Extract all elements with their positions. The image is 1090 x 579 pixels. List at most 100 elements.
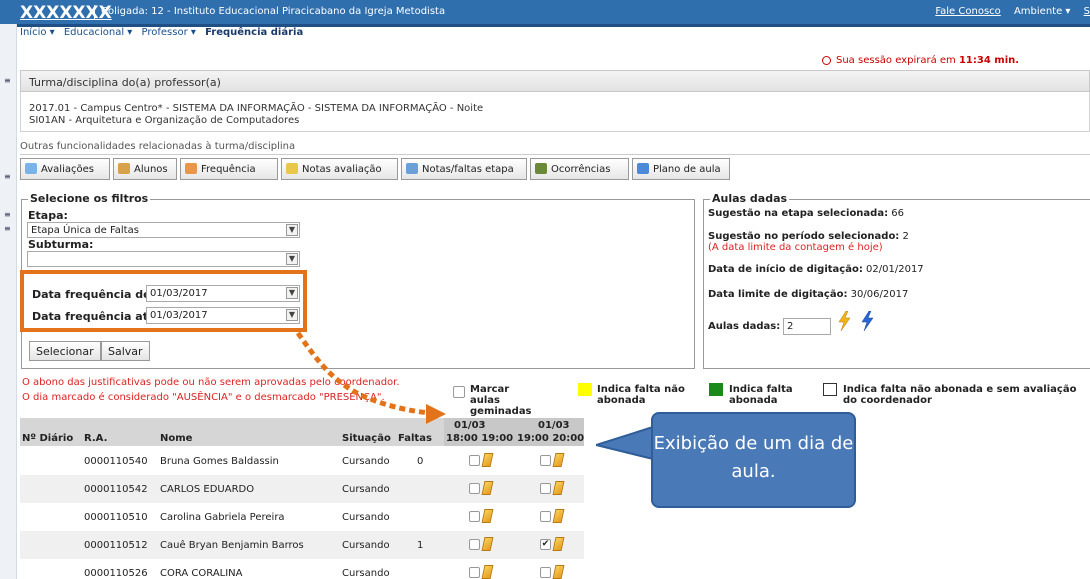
col-ra[interactable]: R.A. bbox=[84, 433, 107, 444]
table-row: 0000110540 Bruna Gomes Baldassin Cursand… bbox=[20, 447, 584, 475]
avaliacoes-label: Avaliações bbox=[41, 164, 94, 175]
aulas-dadas-fieldset bbox=[703, 199, 1090, 369]
col-nome[interactable]: Nome bbox=[160, 433, 192, 444]
callout-bubble: Exibição de um dia de aula. bbox=[651, 412, 856, 508]
notas-faltas-label: Notas/faltas etapa bbox=[422, 164, 514, 175]
falta-checkbox[interactable] bbox=[540, 483, 551, 494]
turma-heading: Turma/disciplina do(a) professor(a) bbox=[29, 76, 221, 89]
sugestao-etapa-label: Sugestão na etapa selecionada: bbox=[708, 208, 889, 219]
lightning-yellow-icon[interactable] bbox=[837, 311, 851, 331]
menu-current-page[interactable]: Frequência diária bbox=[205, 27, 303, 38]
limite-label: Data limite de digitação: bbox=[708, 289, 848, 300]
plano-de-aula-button[interactable]: Plano de aula bbox=[632, 158, 730, 180]
falta-checkbox[interactable] bbox=[469, 455, 480, 466]
menu-professor[interactable]: Professor ▾ bbox=[142, 27, 196, 38]
falta-checkbox[interactable] bbox=[469, 511, 480, 522]
alunos-button[interactable]: Alunos bbox=[113, 158, 177, 180]
turma-panel-header: Turma/disciplina do(a) professor(a) bbox=[20, 70, 1090, 92]
col-situacao[interactable]: Situação bbox=[342, 433, 391, 444]
legend-amarelo: Indica falta não abonada bbox=[597, 384, 685, 406]
pencil-icon[interactable] bbox=[552, 565, 565, 579]
pencil-icon[interactable] bbox=[552, 509, 565, 523]
situacao-cell: Cursando bbox=[342, 456, 390, 467]
aulas-dadas-legend: Aulas dadas bbox=[710, 192, 790, 205]
limite-value: 30/06/2017 bbox=[850, 289, 909, 300]
chevron-down-icon: ▼ bbox=[286, 309, 298, 321]
etapa-select[interactable]: Etapa Única de Faltas ▼ bbox=[27, 222, 300, 238]
situacao-cell: Cursando bbox=[342, 484, 390, 495]
fale-conosco-link[interactable]: Fale Conosco bbox=[935, 6, 1000, 17]
notas-faltas-icon bbox=[406, 163, 418, 174]
time-header-1: 18:00 19:00 bbox=[446, 433, 514, 444]
top-links: Fale Conosco Ambiente ▾ S bbox=[925, 6, 1090, 17]
ra-cell: 0000110526 bbox=[84, 568, 148, 579]
time-header-2: 19:00 20:00 bbox=[517, 433, 585, 444]
menu-educacional[interactable]: Educacional ▾ bbox=[64, 27, 132, 38]
pencil-icon[interactable] bbox=[481, 537, 494, 551]
falta-checkbox[interactable] bbox=[469, 539, 480, 550]
aulas-dadas-row: Aulas dadas: bbox=[708, 321, 780, 332]
data-ate-select[interactable]: 01/03/2017 ▼ bbox=[146, 307, 300, 324]
salvar-button[interactable]: Salvar bbox=[101, 341, 150, 361]
selecionar-button[interactable]: Selecionar bbox=[29, 341, 101, 361]
inicio-value: 02/01/2017 bbox=[866, 264, 924, 275]
inicio-label: Data de início de digitação: bbox=[708, 264, 863, 275]
pencil-icon[interactable] bbox=[481, 509, 494, 523]
sugestao-note: (A data limite da contagem é hoje) bbox=[708, 242, 883, 253]
clock-icon bbox=[822, 56, 831, 65]
ocorrencias-button[interactable]: Ocorrências bbox=[530, 158, 629, 180]
falta-checkbox[interactable]: ✔ bbox=[540, 539, 551, 550]
frequencia-button[interactable]: Frequência bbox=[180, 158, 278, 180]
falta-checkbox[interactable] bbox=[540, 455, 551, 466]
date-header-2: 01/03 bbox=[538, 420, 570, 431]
main-menu: Início ▾ Educacional ▾ Professor ▾ Frequ… bbox=[20, 27, 1090, 41]
notas-avaliacao-button[interactable]: Notas avaliação bbox=[281, 158, 398, 180]
data-de-select[interactable]: 01/03/2017 ▼ bbox=[146, 285, 300, 302]
pencil-icon[interactable] bbox=[481, 565, 494, 579]
falta-checkbox[interactable] bbox=[540, 511, 551, 522]
frequencia-icon bbox=[185, 163, 197, 174]
filters-legend: Selecione os filtros bbox=[28, 192, 151, 205]
col-diario[interactable]: Nº Diário bbox=[22, 433, 73, 444]
session-prefix: Sua sessão expirará em bbox=[836, 55, 956, 66]
chevron-down-icon: ▼ bbox=[286, 224, 298, 236]
pencil-icon[interactable] bbox=[552, 481, 565, 495]
lightning-blue-icon[interactable] bbox=[860, 311, 874, 331]
nome-cell: Cauê Bryan Benjamin Barros bbox=[160, 540, 304, 551]
sair-link[interactable]: S bbox=[1084, 6, 1090, 17]
etapa-label: Etapa: bbox=[28, 209, 68, 222]
inicio-digitacao: Data de início de digitação: 02/01/2017 bbox=[708, 264, 924, 275]
brand-logo[interactable]: XXXXXXX bbox=[20, 3, 112, 23]
nome-cell: CORA CORALINA bbox=[160, 568, 243, 579]
left-sidebar-strip[interactable]: ≡ ≡ ≡ ≡ bbox=[0, 24, 17, 579]
turma-line-2: SI01AN - Arquitetura e Organização de Co… bbox=[29, 115, 300, 126]
marcar-geminadas-label: Marcar aulas geminadas bbox=[470, 384, 532, 417]
subturma-select[interactable]: ▼ bbox=[27, 251, 300, 267]
col-faltas[interactable]: Faltas bbox=[398, 433, 432, 444]
pencil-icon[interactable] bbox=[481, 481, 494, 495]
falta-checkbox[interactable] bbox=[540, 567, 551, 578]
ra-cell: 0000110542 bbox=[84, 484, 148, 495]
data-de-value: 01/03/2017 bbox=[150, 288, 208, 299]
falta-checkbox[interactable] bbox=[469, 483, 480, 494]
etapa-value: Etapa Única de Faltas bbox=[31, 225, 139, 236]
alunos-label: Alunos bbox=[134, 164, 168, 175]
notas-faltas-etapa-button[interactable]: Notas/faltas etapa bbox=[401, 158, 527, 180]
pencil-icon[interactable] bbox=[481, 453, 494, 467]
pencil-icon[interactable] bbox=[552, 453, 565, 467]
sugestao-etapa-value: 66 bbox=[891, 208, 905, 219]
aulas-dadas-input[interactable]: 2 bbox=[783, 318, 831, 335]
ambiente-menu[interactable]: Ambiente ▾ bbox=[1014, 6, 1070, 17]
menu-inicio[interactable]: Início ▾ bbox=[20, 27, 55, 38]
table-row: 0000110510 Carolina Gabriela Pereira Cur… bbox=[20, 503, 584, 531]
situacao-cell: Cursando bbox=[342, 540, 390, 551]
subturma-label: Subturma: bbox=[28, 238, 94, 251]
nome-cell: CARLOS EDUARDO bbox=[160, 484, 255, 495]
falta-checkbox[interactable] bbox=[469, 567, 480, 578]
chevron-down-icon: ▼ bbox=[286, 253, 298, 265]
avaliacoes-button[interactable]: Avaliações bbox=[20, 158, 110, 180]
pencil-icon[interactable] bbox=[552, 537, 565, 551]
situacao-cell: Cursando bbox=[342, 568, 390, 579]
limite-digitacao: Data limite de digitação: 30/06/2017 bbox=[708, 289, 908, 300]
notas-avaliacao-icon bbox=[286, 163, 298, 174]
